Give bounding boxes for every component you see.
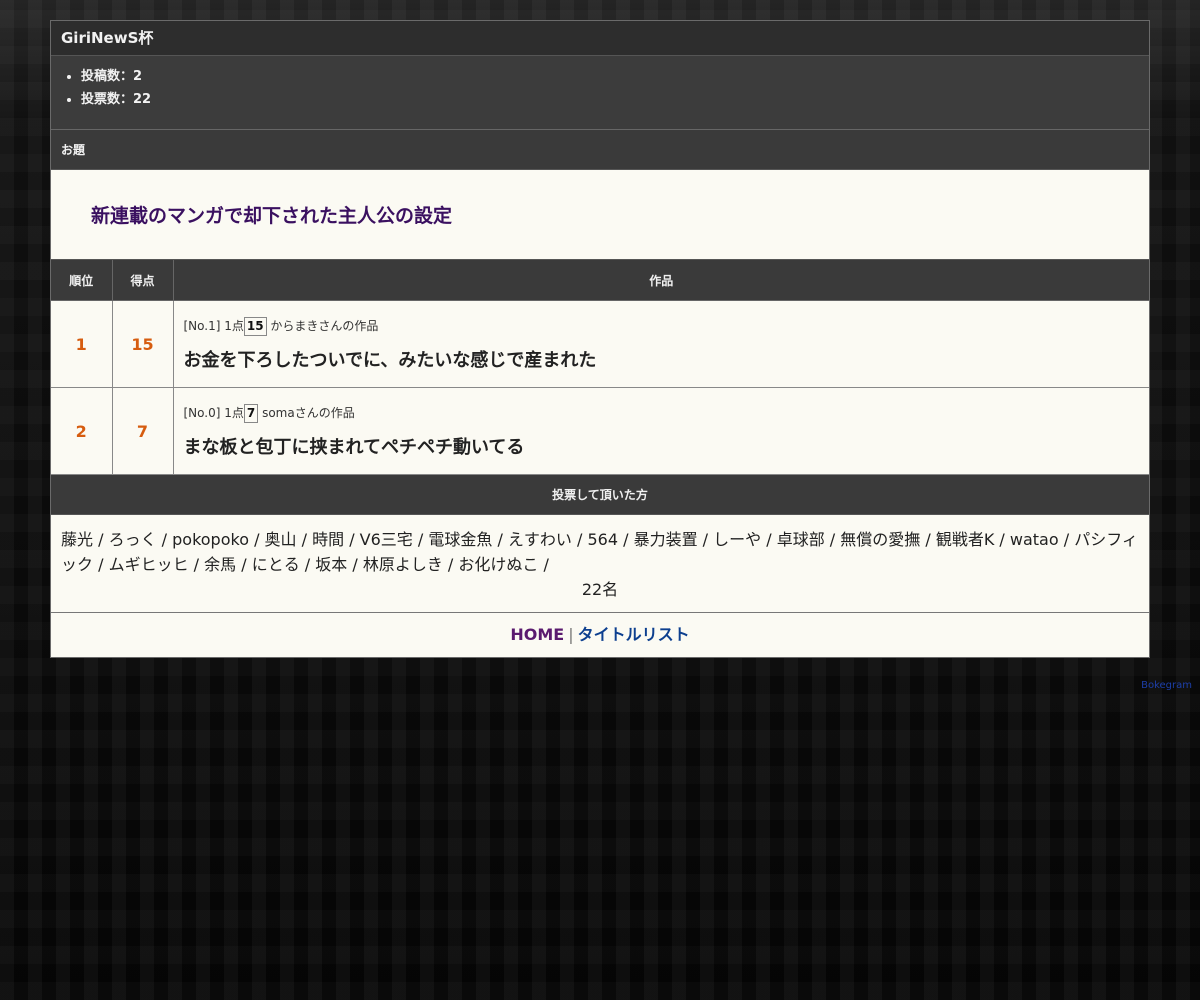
work-text: まな板と包丁に挟まれてペチペチ動いてる xyxy=(183,436,525,458)
voter-list: 藤光 / ろっく / pokopoko / 奥山 / 時間 / V6三宅 / 電… xyxy=(61,530,1138,574)
work-header: 作品 xyxy=(173,260,1149,301)
results-panel: GiriNewS杯 投稿数：2 投票数：22 お題 新連載のマンガで却下された主… xyxy=(50,20,1150,658)
voters-section: 藤光 / ろっく / pokopoko / 奥山 / 時間 / V6三宅 / 電… xyxy=(51,515,1149,613)
work-cell: [No.0] 1点 7 somaさんの作品 まな板と包丁に挟まれてペチペチ動いてる xyxy=(173,387,1150,475)
table-row: 2 7 [No.0] 1点 7 somaさんの作品 まな板と包丁に挟まれてペチペチ… xyxy=(51,387,1150,475)
rank-cell: 1 xyxy=(51,300,113,388)
entry-number: [No.0] xyxy=(183,405,221,420)
score-cell: 7 xyxy=(112,387,174,475)
home-link[interactable]: HOME xyxy=(510,625,564,644)
rank-cell: 2 xyxy=(51,387,113,475)
contest-stats: 投稿数：2 投票数：22 xyxy=(51,56,1149,130)
point-unit: 1点 xyxy=(224,405,244,420)
point-unit: 1点 xyxy=(224,318,244,333)
footer-nav: HOME | タイトルリスト xyxy=(51,613,1149,657)
vote-count: 投票数：22 xyxy=(81,91,1149,108)
points-box: 7 xyxy=(243,403,259,423)
topic-heading: お題 xyxy=(51,130,1149,170)
work-meta: [No.0] 1点 7 somaさんの作品 xyxy=(183,403,1150,423)
work-meta: [No.1] 1点 15 からまきさんの作品 xyxy=(183,316,1150,336)
rank-header: 順位 xyxy=(51,260,113,301)
score-header: 得点 xyxy=(112,260,174,301)
topic-text: 新連載のマンガで却下された主人公の設定 xyxy=(51,170,1149,260)
voter-count: 22名 xyxy=(581,580,619,599)
table-header-row: 順位 得点 作品 xyxy=(51,260,1149,301)
work-cell: [No.1] 1点 15 からまきさんの作品 お金を下ろしたついでに、みたいな感じ… xyxy=(173,300,1150,388)
author-label: からまきさんの作品 xyxy=(270,318,379,333)
results-table: 順位 得点 作品 1 15 [No.1] 1点 15 からまきさんの作品 お金を下… xyxy=(51,260,1149,475)
author-label: somaさんの作品 xyxy=(262,405,355,420)
points-box: 15 xyxy=(243,316,267,336)
table-row: 1 15 [No.1] 1点 15 からまきさんの作品 お金を下ろしたついでに、み… xyxy=(51,300,1150,388)
score-cell: 15 xyxy=(112,300,174,388)
brand-link[interactable]: Bokegram xyxy=(1141,680,1192,691)
post-count: 投稿数：2 xyxy=(81,68,1149,85)
voters-heading: 投票して頂いた方 xyxy=(51,475,1149,515)
entry-number: [No.1] xyxy=(183,318,221,333)
nav-separator: | xyxy=(568,625,574,644)
work-text: お金を下ろしたついでに、みたいな感じで産まれた xyxy=(183,349,597,371)
contest-title: GiriNewS杯 xyxy=(51,21,1149,56)
stats-list: 投稿数：2 投票数：22 xyxy=(81,68,1149,108)
title-list-link[interactable]: タイトルリスト xyxy=(578,625,690,644)
